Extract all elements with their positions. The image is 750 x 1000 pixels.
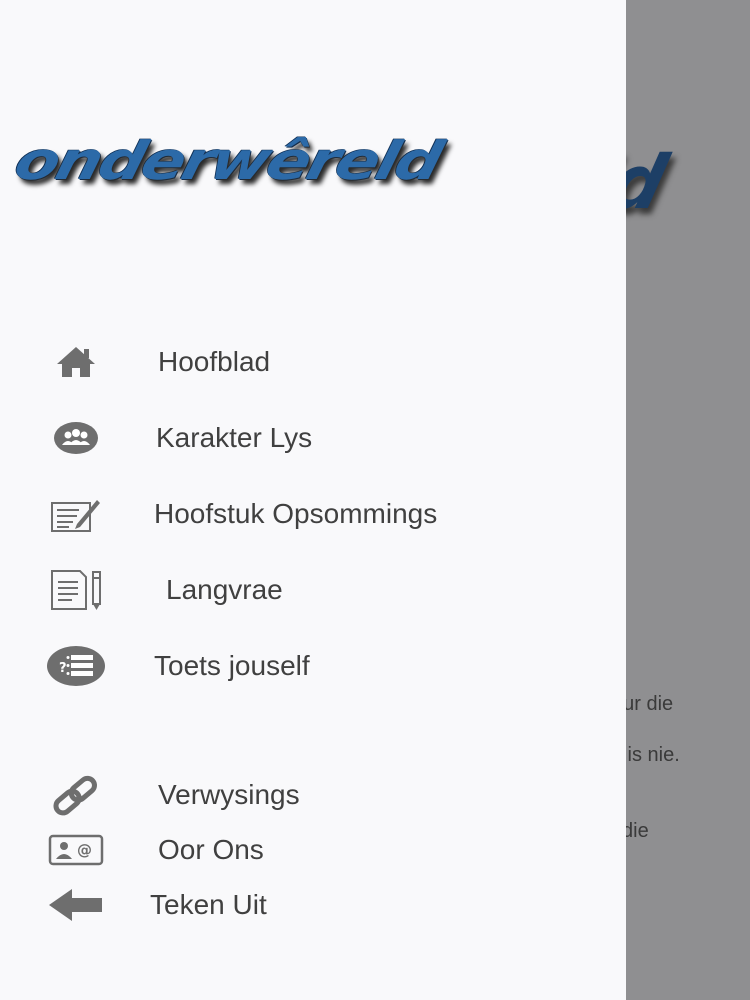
home-icon	[46, 334, 106, 390]
menu-item-hoofstuk-opsommings[interactable]: Hoofstuk Opsommings	[0, 486, 626, 542]
menu-item-teken-uit[interactable]: Teken Uit	[0, 877, 626, 933]
edit-note-icon	[46, 486, 106, 542]
svg-text:@: @	[77, 841, 92, 859]
menu-item-karakter-lys[interactable]: Karakter Lys	[0, 410, 626, 466]
menu-item-langvrae[interactable]: Langvrae	[0, 562, 626, 618]
document-pen-icon	[46, 562, 106, 618]
menu-item-label: Toets jouself	[154, 650, 310, 681]
navigation-drawer: onderwêreld Hoofblad Karakter Lys Hoofst…	[0, 0, 626, 1000]
group-icon	[46, 410, 106, 466]
menu-item-label: Verwysings	[158, 779, 300, 810]
menu-item-label: Hoofstuk Opsommings	[154, 498, 438, 529]
menu-item-label: Oor Ons	[158, 834, 264, 865]
menu-item-label: Karakter Lys	[156, 422, 313, 453]
quiz-list-icon: ?	[46, 638, 106, 694]
menu-item-label: Langvrae	[166, 574, 283, 605]
menu-item-toets-jouself[interactable]: ? Toets jouself	[0, 638, 626, 694]
menu-item-label: Teken Uit	[150, 889, 267, 920]
menu-item-label: Hoofblad	[158, 346, 271, 377]
contact-card-icon: @	[46, 822, 106, 878]
link-icon	[46, 767, 106, 823]
svg-text:?: ?	[59, 661, 67, 676]
arrow-left-icon	[46, 877, 106, 933]
app-logo: onderwêreld	[8, 122, 616, 202]
menu-item-oor-ons[interactable]: @ Oor Ons	[0, 822, 626, 878]
app-logo-text: onderwêreld	[8, 131, 447, 193]
menu-item-hoofblad[interactable]: Hoofblad	[0, 334, 626, 390]
menu-item-verwysings[interactable]: Verwysings	[0, 767, 626, 823]
